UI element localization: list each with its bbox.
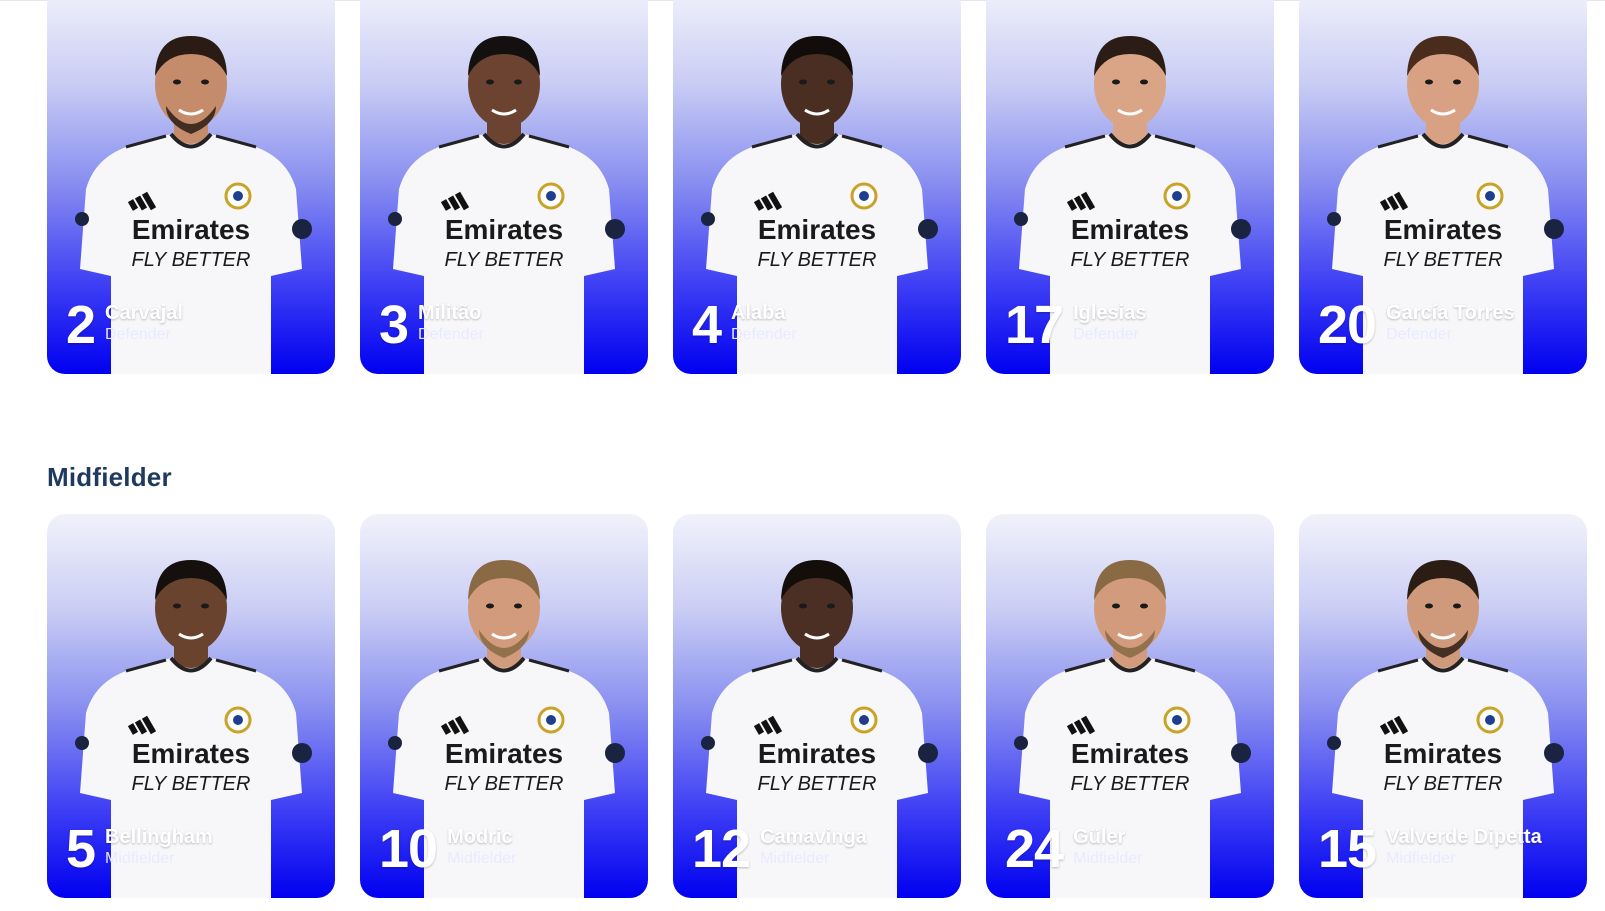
svg-text:FLY BETTER: FLY BETTER [1071,249,1190,271]
player-name-block: Modric Midfielder [447,826,516,872]
player-position: Midfielder [105,850,175,867]
svg-text:Emirates: Emirates [1071,214,1189,245]
midfielder-card-row: Emirates FLY BETTER 5 Bellingham Midfielde… [47,514,1587,898]
player-card-iglesias[interactable]: Emirates FLY BETTER 17 Iglesias Defender [986,0,1274,374]
player-card-carvajal[interactable]: Emirates FLY BETTER 2 Carvajal Defender [47,0,335,374]
svg-text:FLY BETTER: FLY BETTER [132,773,251,795]
player-caption: 15 Valverde Dipetta Midfielder [1318,819,1542,879]
svg-text:FLY BETTER: FLY BETTER [758,249,877,271]
player-caption: 17 Iglesias Defender [1005,295,1146,355]
player-name-block: Camavinga Midfielder [760,826,867,872]
player-number: 2 [66,295,96,355]
player-name-block: Bellingham Midfielder [105,826,213,872]
player-name-block: Alaba Defender [731,302,797,348]
svg-text:Emirates: Emirates [758,214,876,245]
player-name-block: Militão Defender [418,302,484,348]
svg-text:FLY BETTER: FLY BETTER [132,249,251,271]
player-name: Bellingham [105,826,213,848]
player-number: 15 [1318,819,1377,879]
player-caption: 2 Carvajal Defender [66,295,183,355]
player-card-valverde-dipetta[interactable]: Emirates FLY BETTER 15 Valverde Dipetta Mi… [1299,514,1587,898]
player-number: 24 [1005,819,1064,879]
player-caption: 4 Alaba Defender [692,295,797,355]
player-number: 10 [379,819,438,879]
svg-text:FLY BETTER: FLY BETTER [445,773,564,795]
player-name: García Torres [1386,302,1515,324]
player-number: 20 [1318,295,1377,355]
player-card-alaba[interactable]: Emirates FLY BETTER 4 Alaba Defender [673,0,961,374]
player-number: 4 [692,295,722,355]
player-name: Iglesias [1073,302,1147,324]
player-position: Defender [1073,326,1139,343]
section-heading-midfielder: Midfielder [47,462,172,492]
player-caption: 20 García Torres Defender [1318,295,1515,355]
player-position: Defender [105,326,171,343]
player-position: Defender [731,326,797,343]
player-name-block: García Torres Defender [1386,302,1515,348]
player-position: Defender [1386,326,1452,343]
player-name: Valverde Dipetta [1386,826,1542,848]
svg-text:FLY BETTER: FLY BETTER [445,249,564,271]
player-name-block: Güler Midfielder [1073,826,1142,872]
defender-card-row: Emirates FLY BETTER 2 Carvajal Defender [47,0,1587,374]
player-caption: 5 Bellingham Midfielder [66,819,213,879]
player-position: Defender [418,326,484,343]
player-position: Midfielder [1386,850,1456,867]
player-card-guler[interactable]: Emirates FLY BETTER 24 Güler Midfielder [986,514,1274,898]
player-name: Carvajal [105,302,183,324]
player-name-block: Valverde Dipetta Midfielder [1386,826,1542,872]
player-number: 12 [692,819,751,879]
svg-text:FLY BETTER: FLY BETTER [1384,773,1503,795]
svg-text:Emirates: Emirates [1071,738,1189,769]
svg-text:FLY BETTER: FLY BETTER [758,773,877,795]
player-position: Midfielder [447,850,517,867]
player-caption: 12 Camavinga Midfielder [692,819,867,879]
player-number: 3 [379,295,409,355]
player-name: Militão [418,302,482,324]
svg-text:Emirates: Emirates [1384,738,1502,769]
player-card-camavinga[interactable]: Emirates FLY BETTER 12 Camavinga Midfielde… [673,514,961,898]
player-position: Midfielder [760,850,830,867]
svg-text:Emirates: Emirates [132,214,250,245]
svg-text:Emirates: Emirates [758,738,876,769]
player-number: 5 [66,819,96,879]
player-card-garcia-torres[interactable]: Emirates FLY BETTER 20 García Torres Defen… [1299,0,1587,374]
player-position: Midfielder [1073,850,1143,867]
svg-text:Emirates: Emirates [132,738,250,769]
svg-text:FLY BETTER: FLY BETTER [1071,773,1190,795]
player-name-block: Iglesias Defender [1073,302,1146,348]
player-name: Modric [447,826,513,848]
player-number: 17 [1005,295,1064,355]
player-name: Alaba [731,302,786,324]
squad-page: Emirates FLY BETTER 2 Carvajal Defender [0,0,1605,911]
player-card-bellingham[interactable]: Emirates FLY BETTER 5 Bellingham Midfielde… [47,514,335,898]
svg-text:Emirates: Emirates [445,214,563,245]
svg-text:Emirates: Emirates [445,738,563,769]
player-caption: 10 Modric Midfielder [379,819,516,879]
player-card-militao[interactable]: Emirates FLY BETTER 3 Militão Defender [360,0,648,374]
player-caption: 3 Militão Defender [379,295,484,355]
svg-text:FLY BETTER: FLY BETTER [1384,249,1503,271]
svg-text:Emirates: Emirates [1384,214,1502,245]
player-caption: 24 Güler Midfielder [1005,819,1142,879]
player-name: Camavinga [760,826,867,848]
player-card-modric[interactable]: Emirates FLY BETTER 10 Modric Midfielder [360,514,648,898]
player-name: Güler [1073,826,1126,848]
player-name-block: Carvajal Defender [105,302,183,348]
